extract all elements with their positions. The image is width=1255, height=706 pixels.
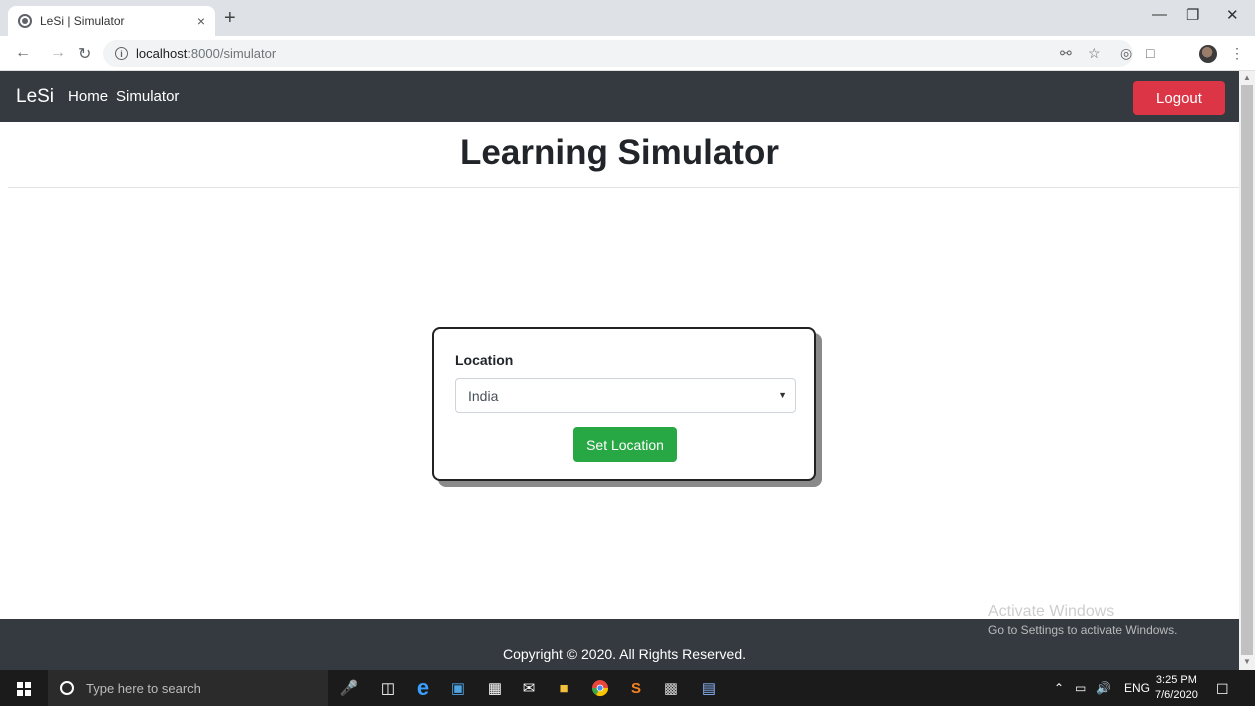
extension-icon[interactable]: ◎ [1120,45,1132,62]
copyright-text: Copyright © 2020. All Rights Reserved. [503,646,746,662]
minimize-icon[interactable]: — [1152,6,1167,23]
brand-link[interactable]: LeSi [16,86,54,108]
reload-icon[interactable]: ↻ [78,44,91,64]
globe-icon [18,14,32,28]
set-location-button[interactable]: Set Location [573,427,677,462]
volume-icon[interactable]: 🔊 [1096,681,1111,695]
search-placeholder: Type here to search [86,680,201,696]
microphone-icon[interactable]: 🎤 [340,679,359,697]
logout-button[interactable]: Logout [1133,81,1225,115]
clock-time: 3:25 PM [1155,674,1197,686]
key-icon[interactable]: ⚯ [1060,45,1072,62]
restore-icon[interactable]: ❐ [1186,6,1199,24]
cortana-icon [60,681,74,695]
taskbar-search[interactable]: Type here to search [48,670,328,706]
extension-square-icon[interactable]: □ [1146,45,1154,61]
scroll-up-icon[interactable]: ▲ [1243,73,1251,82]
scrollbar-thumb[interactable] [1241,85,1253,655]
url-path: :8000/simulator [187,46,277,61]
url-host: localhost [136,46,188,61]
location-label: Location [455,352,514,368]
new-tab-icon[interactable]: + [224,8,236,28]
mail-icon[interactable]: ✉ [520,679,538,697]
site-navbar: LeSi Home Simulator Logout [0,71,1239,122]
browser-toolbar: ← → ↻ i localhost:8000/simulator ⚯ ☆ ◎ □… [0,36,1255,71]
photos-icon[interactable]: ▣ [449,679,467,697]
location-selected-value: India [468,387,499,404]
activate-windows-watermark: Activate Windows Go to Settings to activ… [988,603,1177,637]
location-form-card: Location India ▼ Set Location [432,327,816,481]
word-icon[interactable]: ▤ [700,679,718,697]
sublime-text-icon[interactable]: S [627,679,645,697]
edge-icon[interactable]: e [414,675,432,700]
window-close-icon[interactable]: ✕ [1226,6,1239,24]
forward-icon[interactable]: → [50,44,66,62]
watermark-line1: Activate Windows [988,603,1115,620]
nav-link-simulator[interactable]: Simulator [116,88,179,105]
menu-icon[interactable]: ⋮ [1230,45,1244,62]
profile-avatar[interactable] [1199,45,1217,63]
page-title: Learning Simulator [460,133,779,172]
watermark-line2: Go to Settings to activate Windows. [988,623,1178,637]
info-icon[interactable]: i [115,47,128,60]
taskbar-clock[interactable]: 3:25 PM 7/6/2020 [1155,673,1198,703]
page-scrollbar[interactable]: ▲ ▼ [1239,71,1255,670]
bookmark-star-icon[interactable]: ☆ [1088,45,1101,62]
nav-link-home[interactable]: Home [68,88,108,105]
back-icon[interactable]: ← [15,44,31,62]
battery-icon[interactable]: ▭ [1075,681,1086,695]
language-indicator[interactable]: ENG [1124,681,1150,695]
chevron-down-icon: ▼ [778,390,787,400]
task-view-icon[interactable]: ◫ [379,679,397,697]
clock-date: 7/6/2020 [1155,689,1198,701]
location-select[interactable]: India ▼ [455,378,796,413]
address-bar[interactable]: i localhost:8000/simulator [103,40,1133,67]
windows-taskbar: Type here to search 🎤 ◫ e ▣ ▦ ✉ ■ S ▩ ▤ … [0,670,1255,706]
chrome-icon[interactable] [591,679,609,697]
browser-tabstrip: LeSi | Simulator × + — ❐ ✕ [0,0,1255,36]
show-hidden-icons-icon[interactable]: ⌃ [1054,681,1064,695]
file-explorer-icon[interactable]: ■ [555,679,573,697]
store-icon[interactable]: ▦ [486,679,504,697]
windows-start-icon[interactable] [17,682,31,696]
notification-icon[interactable]: ☐ [1216,681,1229,698]
browser-tab[interactable]: LeSi | Simulator × [8,6,215,36]
page-viewport: LeSi Home Simulator Logout Learning Simu… [0,71,1239,670]
tab-title: LeSi | Simulator [40,14,125,28]
terminal-icon[interactable]: ▩ [662,679,680,697]
tab-close-icon[interactable]: × [197,13,205,29]
divider [8,187,1239,188]
scroll-down-icon[interactable]: ▼ [1243,657,1251,666]
